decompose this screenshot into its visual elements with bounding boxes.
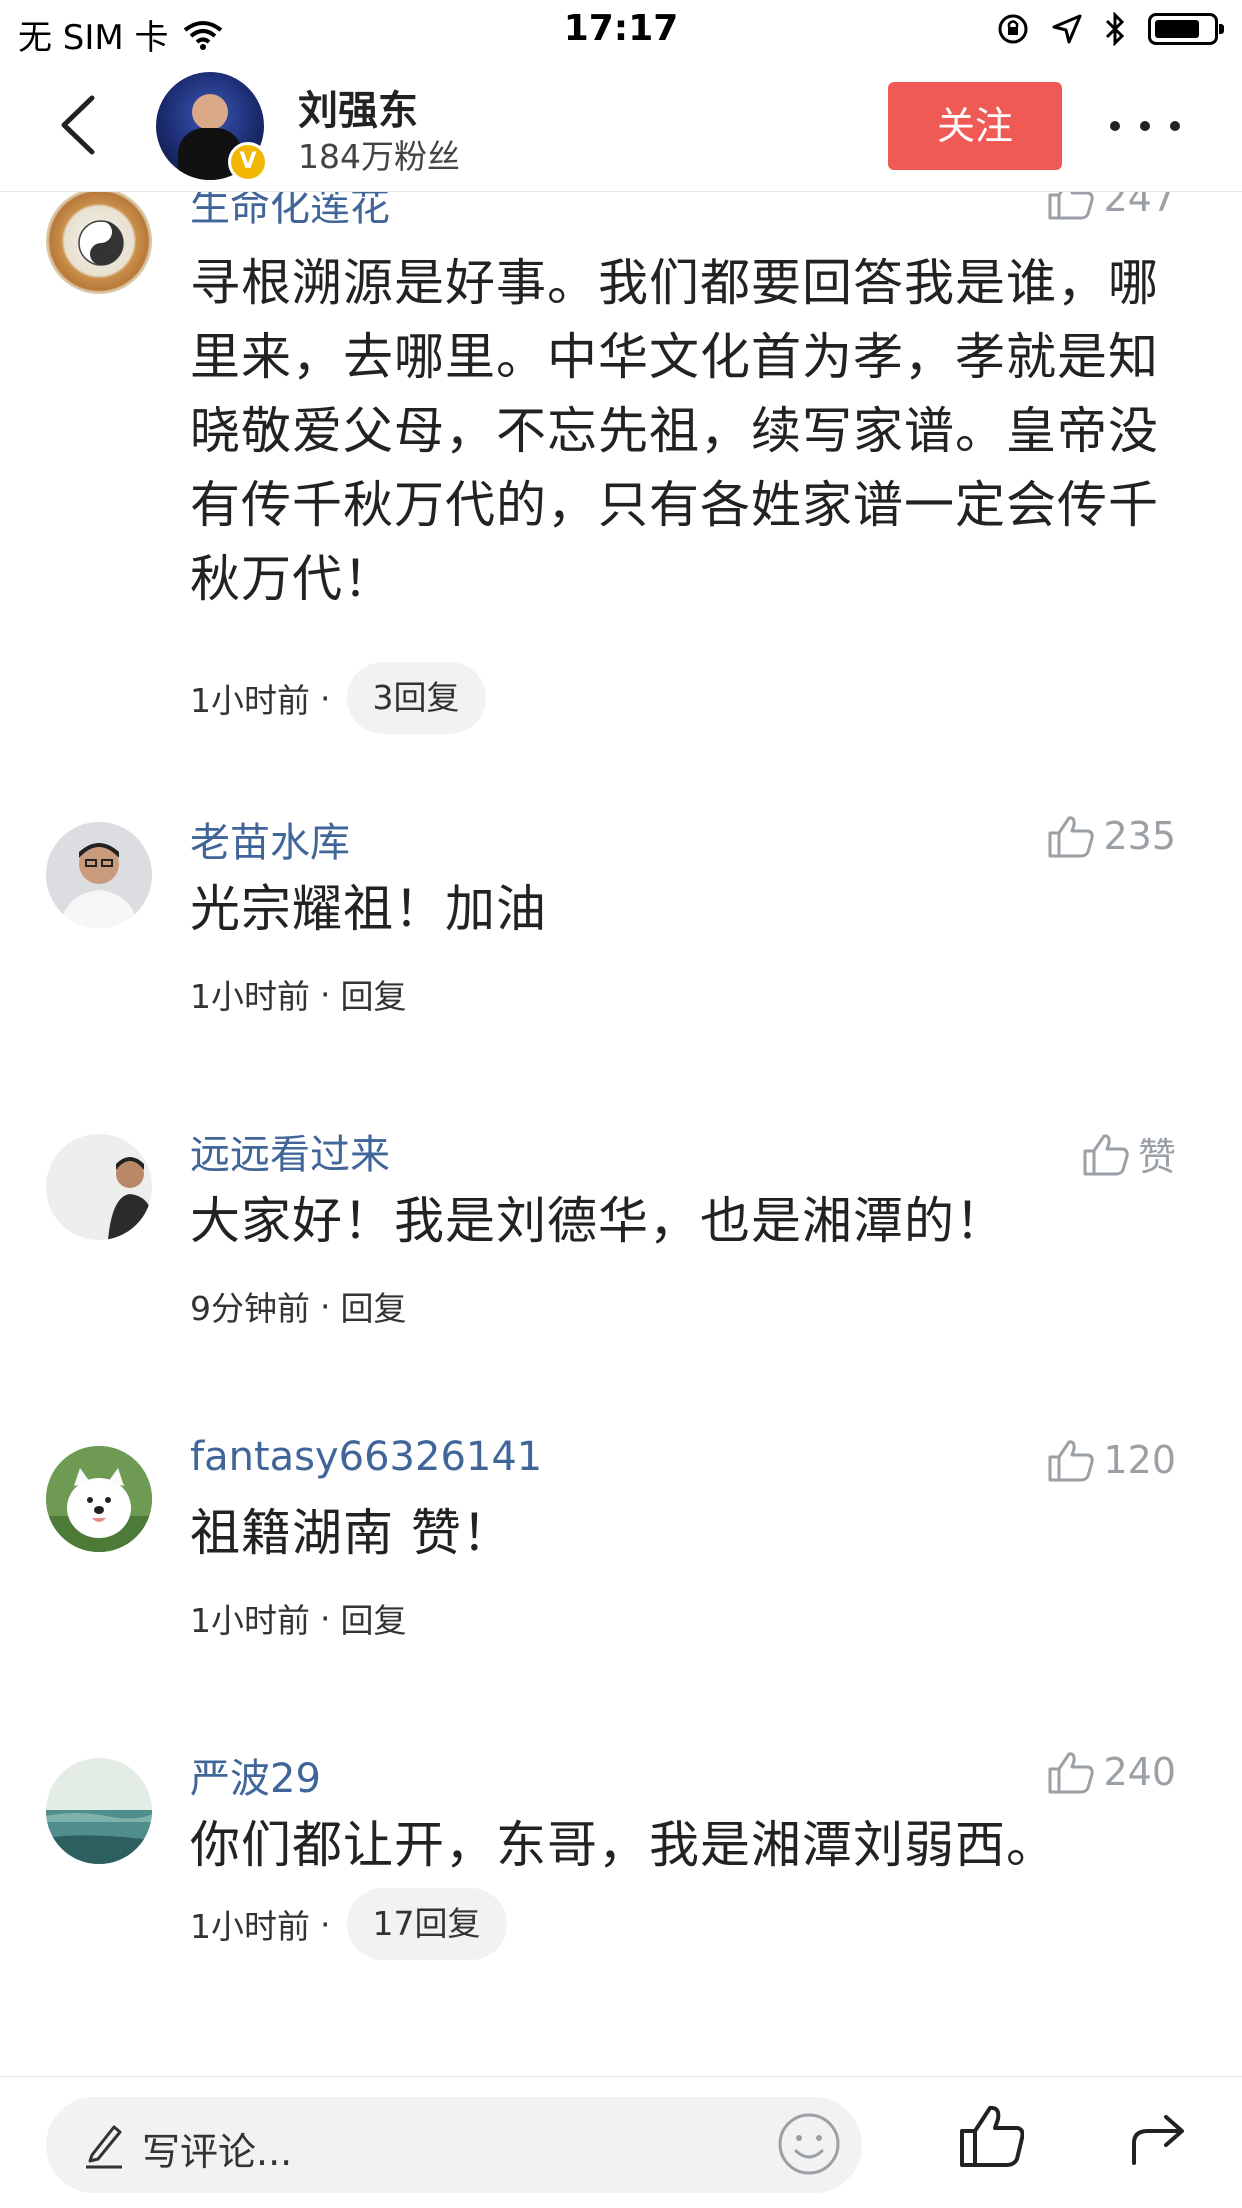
- thumbs-up-icon: [1048, 192, 1095, 220]
- thumbs-up-icon: [1048, 816, 1095, 858]
- comment-meta: 9分钟前 · 回复: [190, 1282, 407, 1330]
- commenter-name[interactable]: fantasy66326141: [190, 1434, 542, 1480]
- commenter-avatar[interactable]: [46, 1758, 152, 1864]
- like-count: 240: [1103, 1750, 1176, 1794]
- bluetooth-icon: [1105, 12, 1125, 46]
- author-fans-count: 184万粉丝: [298, 137, 460, 176]
- comment-meta: 1小时前 · 17回复: [190, 1888, 507, 1960]
- reply-button[interactable]: 17回复: [346, 1888, 507, 1960]
- reply-button[interactable]: 回复: [341, 1282, 407, 1330]
- commenter-avatar[interactable]: [46, 1446, 152, 1552]
- like-label: 赞: [1137, 1135, 1176, 1179]
- like-count: 235: [1103, 814, 1176, 858]
- comment-time: 9分钟前: [190, 1289, 310, 1328]
- article-header: V 刘强东 184万粉丝 关注: [0, 62, 1242, 192]
- comment-text: 大家好！我是刘德华，也是湘潭的！: [190, 1192, 1006, 1250]
- follow-button[interactable]: 关注: [888, 82, 1062, 170]
- more-dot: [1140, 121, 1150, 131]
- share-icon[interactable]: [1128, 2107, 1188, 2167]
- comment-text: 光宗耀祖！加油: [190, 880, 547, 938]
- status-bar: 无 SIM 卡 17:17: [0, 0, 1242, 62]
- reply-button[interactable]: 回复: [341, 970, 407, 1018]
- like-button[interactable]: 120: [1047, 1438, 1176, 1482]
- dog-photo-icon: [46, 1446, 152, 1552]
- like-button[interactable]: 赞: [1082, 1126, 1176, 1181]
- comment-text: 你们都让开，东哥，我是湘潭刘弱西。: [190, 1816, 1057, 1874]
- separator-dot: ·: [320, 974, 331, 1014]
- back-button[interactable]: [50, 90, 110, 160]
- comment-time: 1小时前: [190, 977, 310, 1016]
- author-name[interactable]: 刘强东: [298, 78, 418, 136]
- commenter-name[interactable]: 老苗水库: [190, 810, 350, 868]
- comment-placeholder: 写评论...: [142, 2130, 293, 2174]
- commenter-avatar[interactable]: [46, 192, 152, 294]
- verified-badge-icon: V: [228, 142, 268, 182]
- comment-text: 寻根溯源是好事。我们都要回答我是谁，哪里来，去哪里。中华文化首为孝，孝就是知晓敬…: [190, 254, 1159, 608]
- like-button[interactable]: 240: [1047, 1750, 1176, 1794]
- commenter-avatar[interactable]: [46, 1134, 152, 1240]
- comment-list[interactable]: 生命化莲花 247 寻根溯源是好事。我们都要回答我是谁，哪里来，去哪里。中华文化…: [0, 192, 1242, 2072]
- thumbs-up-icon: [1048, 1440, 1095, 1482]
- status-right: [996, 12, 1224, 46]
- separator-dot: ·: [320, 1904, 331, 1944]
- bottom-action-bar: 写评论...: [0, 2076, 1242, 2208]
- battery-icon: [1148, 13, 1224, 45]
- rotation-lock-icon: [998, 14, 1028, 44]
- seascape-photo-icon: [46, 1758, 152, 1864]
- bagua-icon: [78, 220, 124, 266]
- thumbs-up-icon: [1083, 1133, 1129, 1175]
- more-button[interactable]: [1110, 106, 1180, 146]
- comment-text: 祖籍湖南 赞！: [190, 1504, 513, 1562]
- like-count: 247: [1103, 192, 1176, 220]
- separator-dot: ·: [320, 678, 331, 718]
- more-dot: [1170, 121, 1180, 131]
- comment-meta: 1小时前 · 回复: [190, 970, 407, 1018]
- thumbs-up-icon: [1048, 1752, 1095, 1794]
- location-icon: [1052, 14, 1082, 44]
- like-count: 120: [1103, 1438, 1176, 1482]
- emoji-icon[interactable]: [776, 2111, 842, 2177]
- person-photo-icon: [46, 822, 152, 928]
- commenter-name[interactable]: 远远看过来: [190, 1122, 390, 1180]
- like-button[interactable]: 235: [1047, 814, 1176, 858]
- comment-time: 1小时前: [190, 681, 310, 720]
- commenter-name[interactable]: 严波29: [190, 1746, 321, 1804]
- reply-button[interactable]: 3回复: [346, 662, 486, 734]
- commenter-name[interactable]: 生命化莲花: [190, 192, 390, 232]
- comment-time: 1小时前: [190, 1907, 310, 1946]
- like-icon[interactable]: [958, 2103, 1024, 2169]
- comment-meta: 1小时前 · 3回复: [190, 662, 486, 734]
- comment-time: 1小时前: [190, 1601, 310, 1640]
- separator-dot: ·: [320, 1598, 331, 1638]
- more-dot: [1110, 121, 1120, 131]
- person-photo-icon: [46, 1134, 152, 1240]
- comment-meta: 1小时前 · 回复: [190, 1594, 407, 1642]
- commenter-avatar[interactable]: [46, 822, 152, 928]
- pen-icon: [86, 2125, 122, 2169]
- like-button[interactable]: 247: [1047, 192, 1176, 220]
- chevron-left-icon: [61, 95, 95, 155]
- reply-button[interactable]: 回复: [341, 1594, 407, 1642]
- comment-input[interactable]: 写评论...: [46, 2097, 862, 2193]
- separator-dot: ·: [320, 1286, 331, 1326]
